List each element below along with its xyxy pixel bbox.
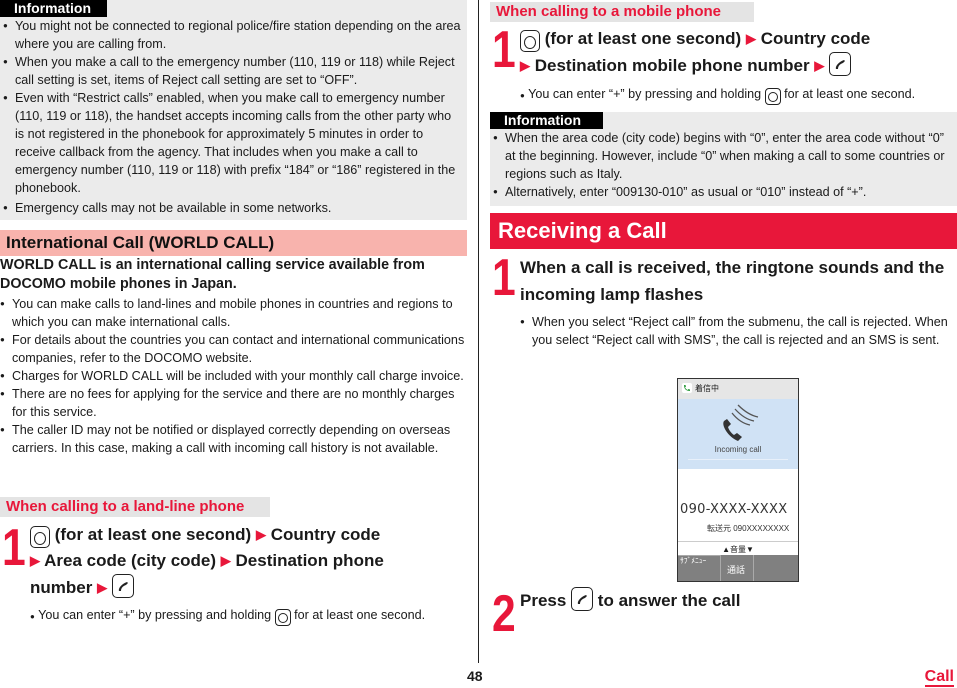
emergency-info-list: You might not be connected to regional p… <box>3 17 463 217</box>
list-item: The caller ID may not be notified or dis… <box>0 421 465 457</box>
zero-key-icon <box>30 526 50 548</box>
column-divider <box>478 0 479 663</box>
world-call-list: You can make calls to land-lines and mob… <box>0 295 465 457</box>
list-item: Even with “Restrict calls” enabled, when… <box>3 89 463 197</box>
phone-icon <box>682 383 692 393</box>
step-instruction-answer: Press to answer the call <box>520 587 945 614</box>
section-title-receiving: Receiving a Call <box>490 213 957 249</box>
arrow-icon: ▶ <box>255 527 266 542</box>
phone-softkey-bar: ｻﾌﾞﾒﾆｭｰ 通話 <box>678 555 798 581</box>
information-tag: Information <box>490 112 603 129</box>
information-tag: Information <box>0 0 107 17</box>
page-number: 48 <box>467 668 483 684</box>
arrow-icon: ▶ <box>520 58 530 73</box>
step-instruction-receive: When a call is received, the ringtone so… <box>520 258 945 304</box>
step-instruction-mobile: (for at least one second) ▶ Country code… <box>520 26 957 79</box>
phone-incoming-panel: Incoming call <box>678 399 798 469</box>
step-number: 1 <box>492 249 516 307</box>
divider-line <box>688 459 788 460</box>
call-key-icon <box>111 574 134 598</box>
subheading-mobile: When calling to a mobile phone <box>490 2 754 22</box>
arrow-icon: ▶ <box>97 580 108 595</box>
list-item: Alternatively, enter “009130-010” as usu… <box>493 183 953 201</box>
forwarded-from: 転送元 090XXXXXXXX <box>707 524 790 533</box>
softkey-answer: 通話 <box>719 555 754 581</box>
softkey-submenu: ｻﾌﾞﾒﾆｭｰ <box>678 555 721 581</box>
arrow-icon: ▶ <box>814 58 825 73</box>
ringing-phone-icon <box>723 404 759 441</box>
list-item: When you select “Reject call” from the s… <box>520 313 955 349</box>
receive-note: When you select “Reject call” from the s… <box>520 313 955 349</box>
section-title-world-call: International Call (WORLD CALL) <box>0 230 467 256</box>
list-item: When you make a call to the emergency nu… <box>3 53 463 89</box>
phone-incoming-call-screen: 着信中 Incoming call 090-XXXX-XXXX 転送元 090X… <box>677 378 799 582</box>
arrow-icon: ▶ <box>30 553 40 568</box>
step-number: 1 <box>2 519 26 577</box>
area-code-info-list: When the area code (city code) begins wi… <box>493 129 953 201</box>
list-item: You can make calls to land-lines and mob… <box>0 295 465 331</box>
list-item: Emergency calls may not be available in … <box>3 199 463 217</box>
zero-key-icon <box>274 609 291 626</box>
caller-number: 090-XXXX-XXXX <box>680 502 788 517</box>
step-instruction-landline: (for at least one second) ▶ Country code… <box>30 522 470 601</box>
step-number: 2 <box>492 585 516 643</box>
section-link-call[interactable]: Call <box>924 668 954 687</box>
arrow-icon: ▶ <box>745 31 756 46</box>
mobile-note: ● You can enter “+” by pressing and hold… <box>520 85 957 105</box>
zero-key-icon <box>520 30 540 52</box>
incoming-call-label: Incoming call <box>714 445 762 454</box>
call-key-icon <box>571 587 594 611</box>
list-item: Charges for WORLD CALL will be included … <box>0 367 465 385</box>
subheading-landline: When calling to a land-line phone <box>0 497 270 517</box>
world-call-intro: WORLD CALL is an international calling s… <box>0 257 425 292</box>
list-item: You might not be connected to regional p… <box>3 17 463 53</box>
softkey-right <box>754 555 798 581</box>
arrow-icon: ▶ <box>220 553 231 568</box>
call-key-icon <box>829 52 852 76</box>
phone-status-bar: 着信中 <box>678 379 798 399</box>
step-number: 1 <box>492 21 516 79</box>
landline-note: ● You can enter “+” by pressing and hold… <box>30 606 470 626</box>
zero-key-icon <box>764 88 781 105</box>
list-item: For details about the countries you can … <box>0 331 465 367</box>
list-item: There are no fees for applying for the s… <box>0 385 465 421</box>
list-item: When the area code (city code) begins wi… <box>493 129 953 183</box>
